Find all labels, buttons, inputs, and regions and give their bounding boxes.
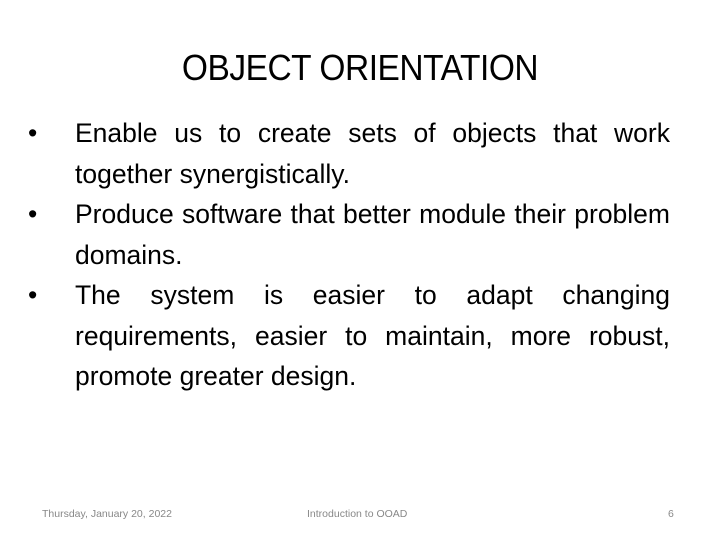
bullet-item: • The system is easier to adapt changing…: [28, 275, 670, 397]
bullet-text: Enable us to create sets of objects that…: [75, 118, 670, 189]
bullet-text: The system is easier to adapt changing r…: [75, 280, 670, 391]
bullet-text: Produce software that better module thei…: [75, 199, 670, 270]
bullet-icon: •: [28, 280, 38, 310]
slide-title: OBJECT ORIENTATION: [181, 47, 539, 88]
bullet-item: • Enable us to create sets of objects th…: [28, 113, 670, 194]
slide-number: 6: [668, 508, 674, 520]
bullet-icon: •: [28, 118, 38, 148]
footer-date: Thursday, January 20, 2022: [42, 508, 172, 520]
bullet-list: • Enable us to create sets of objects th…: [28, 113, 670, 397]
footer-title: Introduction to OOAD: [307, 508, 408, 520]
bullet-item: • Produce software that better module th…: [28, 194, 670, 275]
bullet-icon: •: [28, 199, 38, 229]
